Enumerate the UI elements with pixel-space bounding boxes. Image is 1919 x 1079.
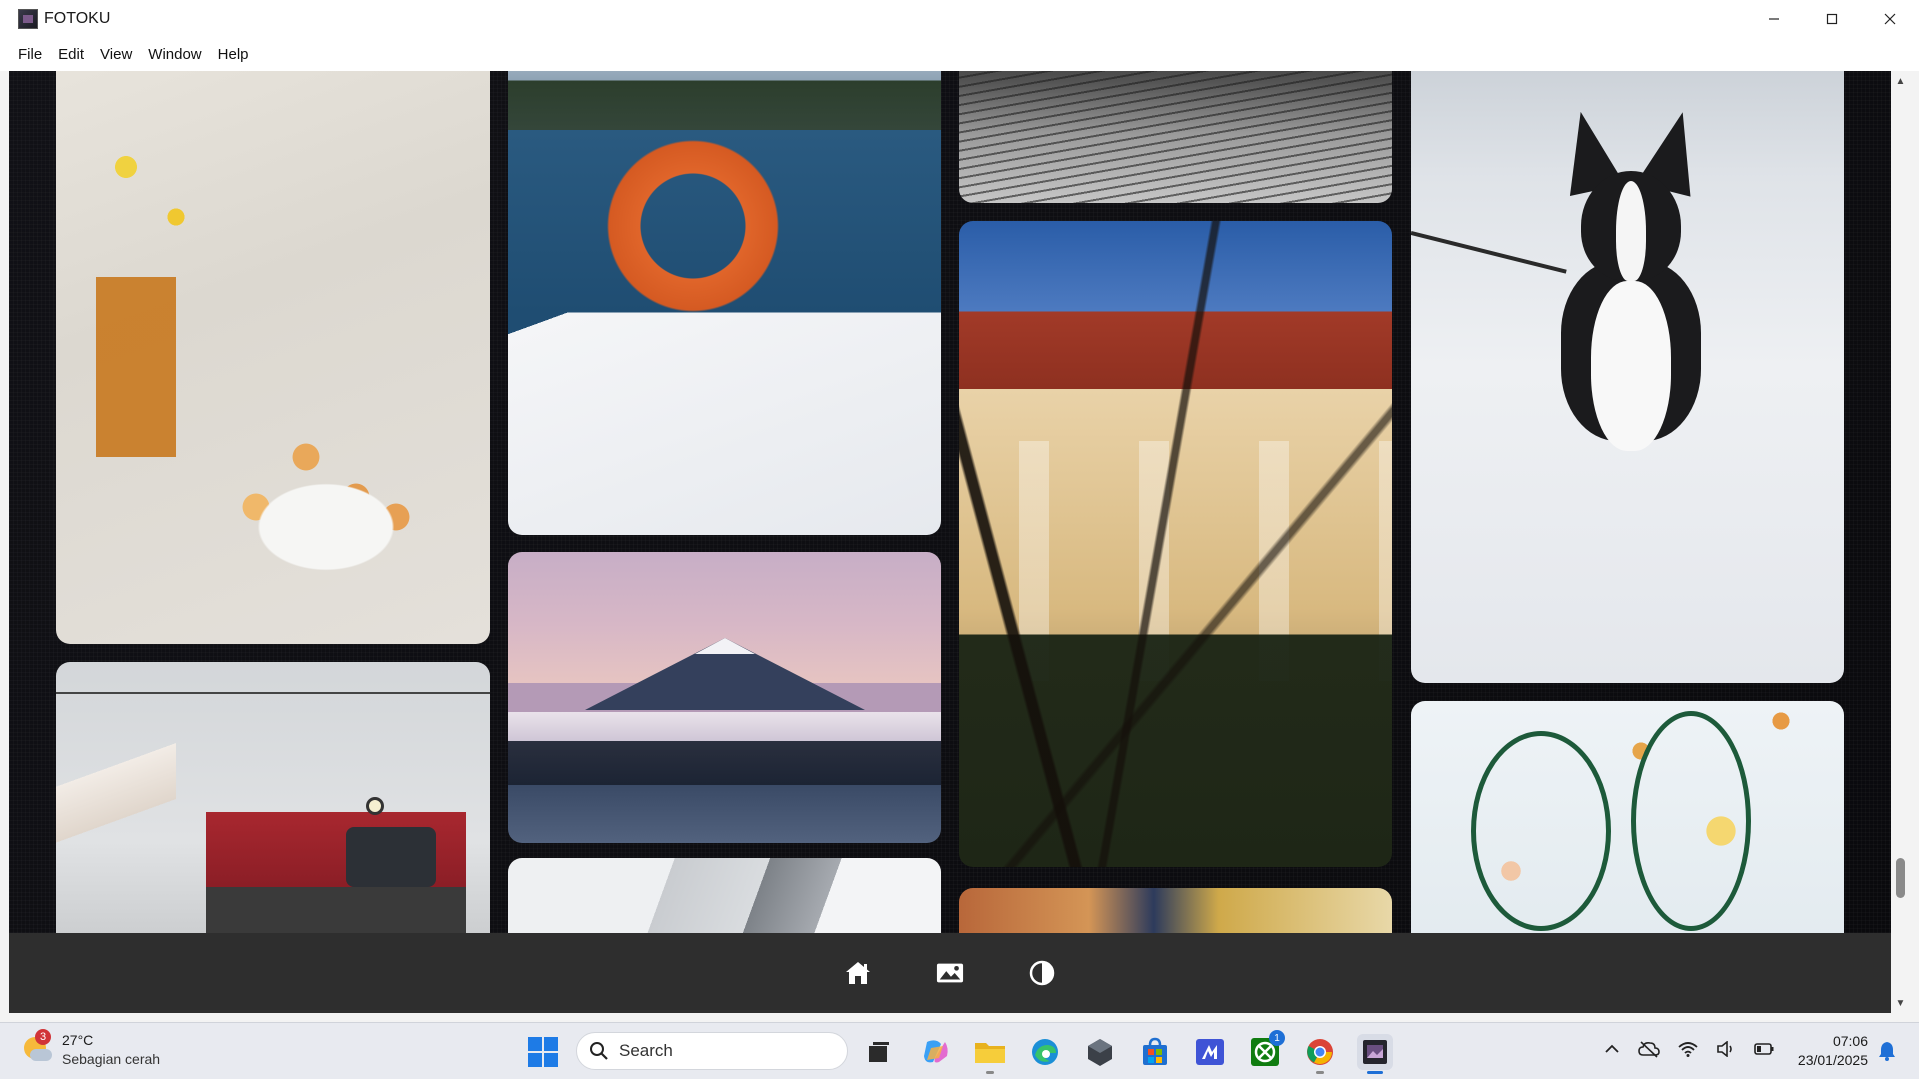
clock-time: 07:06 xyxy=(1832,1033,1868,1049)
menu-file[interactable]: File xyxy=(10,46,50,63)
store-icon[interactable] xyxy=(1137,1034,1173,1070)
start-button[interactable] xyxy=(528,1037,558,1067)
photo-autumn-street[interactable] xyxy=(959,888,1392,933)
menu-bar: File Edit View Window Help xyxy=(0,38,1919,71)
window-title: FOTOKU xyxy=(44,10,111,27)
dog-head xyxy=(1553,105,1710,281)
image-icon[interactable] xyxy=(936,959,964,987)
photo-tram-station[interactable] xyxy=(56,662,490,933)
taskbar-search[interactable]: Search xyxy=(576,1032,848,1070)
fotoku-app-icon xyxy=(18,9,38,29)
chevron-up-icon[interactable] xyxy=(1604,1042,1620,1060)
search-icon xyxy=(590,1042,608,1060)
xbox-notification-badge: 1 xyxy=(1269,1030,1285,1046)
weather-partly-sunny-icon: 3 xyxy=(22,1029,52,1065)
windows-taskbar: 3 27°C Sebagian cerah Search 1 07:06 23/… xyxy=(0,1022,1919,1079)
contrast-icon[interactable] xyxy=(1028,959,1056,987)
close-button[interactable] xyxy=(1861,0,1919,38)
close-icon xyxy=(1884,13,1896,25)
vertical-scrollbar[interactable]: ▲ ▼ xyxy=(1891,71,1910,1013)
weather-desc: Sebagian cerah xyxy=(62,1051,161,1067)
dog-chest xyxy=(1591,281,1671,451)
tram-headlight xyxy=(366,797,384,815)
maximize-button[interactable] xyxy=(1803,0,1861,38)
photo-dirt-road-bw[interactable] xyxy=(959,71,1392,203)
mountain-snowcap xyxy=(694,638,755,654)
windows-logo-tile xyxy=(528,1053,542,1067)
minimize-icon xyxy=(1769,18,1779,20)
weather-text: 27°C Sebagian cerah xyxy=(62,1031,160,1069)
tram-window xyxy=(346,827,436,887)
dog-blaze xyxy=(1616,181,1646,281)
photo-gallery xyxy=(9,71,1891,933)
tram-wire xyxy=(56,692,490,694)
window-controls xyxy=(1745,0,1919,38)
photo-food-table[interactable] xyxy=(56,71,490,644)
windows-logo-tile xyxy=(528,1037,542,1051)
onedrive-offline-icon[interactable] xyxy=(1638,1040,1660,1062)
photo-floral-mosaic[interactable] xyxy=(1411,701,1844,933)
scroll-thumb[interactable] xyxy=(1896,858,1905,898)
bare-tree-shadow xyxy=(959,221,1392,867)
scroll-up-arrow[interactable]: ▲ xyxy=(1891,73,1910,89)
minimize-button[interactable] xyxy=(1745,0,1803,38)
visual-studio-icon[interactable] xyxy=(1192,1034,1228,1070)
menu-edit[interactable]: Edit xyxy=(50,46,92,63)
scroll-down-arrow[interactable]: ▼ xyxy=(1891,995,1910,1011)
menu-help[interactable]: Help xyxy=(210,46,257,63)
photo-corgi-snow[interactable] xyxy=(1411,71,1844,683)
file-explorer-icon[interactable] xyxy=(972,1034,1008,1074)
title-bar: FOTOKU xyxy=(0,0,1919,38)
wifi-icon[interactable] xyxy=(1678,1041,1698,1061)
windows-logo-tile xyxy=(544,1037,558,1051)
weather-badge: 3 xyxy=(35,1029,51,1045)
task-view-icon[interactable] xyxy=(861,1034,897,1070)
windows-logo-tile xyxy=(544,1053,558,1067)
running-indicator xyxy=(1316,1071,1324,1074)
chrome-icon[interactable] xyxy=(1302,1034,1338,1074)
search-placeholder: Search xyxy=(619,1041,673,1060)
photo-yellow-building[interactable] xyxy=(959,221,1392,867)
volume-icon[interactable] xyxy=(1716,1040,1736,1061)
photo-mount-fuji[interactable] xyxy=(508,552,941,843)
menu-window[interactable]: Window xyxy=(140,46,209,63)
menu-view[interactable]: View xyxy=(92,46,140,63)
photo-lifebuoy-pier[interactable] xyxy=(508,71,941,535)
running-indicator xyxy=(986,1071,994,1074)
weather-widget[interactable]: 3 27°C Sebagian cerah xyxy=(22,1029,160,1069)
fotoku-taskbar-icon[interactable] xyxy=(1357,1034,1393,1074)
edge-icon[interactable] xyxy=(1027,1034,1063,1070)
weather-temp: 27°C xyxy=(62,1032,94,1048)
xbox-icon[interactable]: 1 xyxy=(1247,1030,1285,1070)
cube-app-icon[interactable] xyxy=(1082,1034,1118,1070)
copilot-icon[interactable] xyxy=(918,1034,954,1070)
mosaic-vine xyxy=(1631,711,1751,931)
maximize-icon xyxy=(1826,13,1838,25)
dog-leash xyxy=(1411,231,1567,274)
notification-bell-icon[interactable] xyxy=(1878,1041,1896,1066)
bottom-nav-bar xyxy=(9,933,1891,1013)
cloud-shape xyxy=(30,1049,52,1061)
taskbar-clock[interactable]: 07:06 23/01/2025 xyxy=(1786,1032,1868,1070)
clock-date: 23/01/2025 xyxy=(1797,1052,1868,1068)
mosaic-vine xyxy=(1471,731,1611,931)
home-icon[interactable] xyxy=(844,959,872,987)
battery-icon[interactable] xyxy=(1754,1042,1774,1060)
active-indicator xyxy=(1367,1071,1383,1074)
app-window: FOTOKU File Edit View Window Help ▲ ▼ xyxy=(0,0,1919,1022)
system-tray xyxy=(1604,1040,1774,1062)
photo-glass-architecture[interactable] xyxy=(508,858,941,933)
